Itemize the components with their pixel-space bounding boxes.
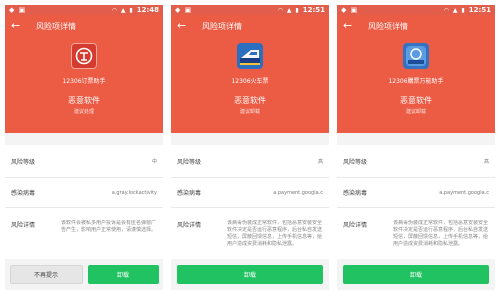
risk-level-row: 风险等级 高 <box>337 145 495 178</box>
virus-row: 感染病毒 a.payment.googla.c <box>337 178 495 208</box>
risk-detail-label: 风险详情 <box>11 222 36 229</box>
virus-label: 感染病毒 <box>11 190 36 197</box>
status-bar: ◆ ▣ ◠ ▲ ▮ 12:48 <box>5 5 163 15</box>
app-name: 12306火车票 <box>231 78 269 85</box>
status-bar: ◆ ▣ ◠ ▲ ▮ 12:51 <box>337 5 495 15</box>
risk-level-label: 风险等级 <box>343 158 368 166</box>
risk-type: 恶意软件 <box>234 96 266 105</box>
notification-icons: ◆ ▣ <box>175 6 193 14</box>
risk-detail-text: 该病毒伪装成正常软件，包括恶意安装安全软件决定是否运行恶意程序，后台私自发送短信… <box>393 220 489 247</box>
12306-helper-icon <box>403 43 429 69</box>
risk-level-value: 高 <box>483 158 489 165</box>
virus-value: a.payment.googla.c <box>439 189 489 196</box>
risk-detail-text: 该软件会被私多用户投诉是会有匿名弹窗广告产生，影响用户正常使用，请谨慎选择。 <box>61 220 157 233</box>
risk-level-label: 风险等级 <box>177 158 202 166</box>
back-arrow-icon[interactable]: ← <box>343 19 352 32</box>
back-arrow-icon[interactable]: ← <box>11 19 20 32</box>
virus-row: 感染病毒 a.payment.googla.c <box>171 178 329 208</box>
status-time: 12:51 <box>468 6 491 14</box>
page-title: 风险项详情 <box>368 22 408 31</box>
train-icon <box>237 43 263 69</box>
status-bar: ◆ ▣ ◠ ▲ ▮ 12:51 <box>171 5 329 15</box>
phone-screen-1: ◆ ▣ ◠ ▲ ▮ 12:48 ← 风险项详情 12306订票助手 恶意软件 建… <box>5 5 163 290</box>
risk-advice: 建议处理 <box>73 109 94 115</box>
risk-header: ← 风险项详情 12306订票助手 恶意软件 建议处理 <box>5 15 163 133</box>
risk-level-value: 中 <box>151 158 157 165</box>
risk-level-row: 风险等级 中 <box>5 145 163 178</box>
phone-screen-2: ◆ ▣ ◠ ▲ ▮ 12:51 ← 风险项详情 12306火车票 恶意软件 建议… <box>171 5 329 290</box>
signal-wifi-battery-icons: ◠ ▲ ▮ <box>277 6 300 14</box>
action-bar: 卸载 <box>171 259 329 290</box>
signal-wifi-battery-icons: ◠ ▲ ▮ <box>111 6 134 14</box>
risk-detail-text: 该病毒伪装成正常软件，包括恶意安装安全软件决定是否运行恶意程序，后台私自发送短信… <box>227 220 323 247</box>
risk-level-row: 风险等级 高 <box>171 145 329 178</box>
page-title: 风险项详情 <box>202 22 242 31</box>
page-title: 风险项详情 <box>36 22 76 31</box>
app-name: 12306購票万能助手 <box>388 78 444 85</box>
signal-wifi-battery-icons: ◠ ▲ ▮ <box>443 6 466 14</box>
risk-details: 风险等级 高 感染病毒 a.payment.googla.c 风险详情 该病毒伪… <box>337 145 495 276</box>
risk-level-value: 高 <box>317 158 323 165</box>
phone-screen-3: ◆ ▣ ◠ ▲ ▮ 12:51 ← 风险项详情 12306購票万能助手 恶意软件… <box>337 5 495 290</box>
action-bar: 不再提示 卸载 <box>5 259 163 290</box>
virus-value: a.payment.googla.c <box>273 189 323 196</box>
risk-details: 风险等级 高 感染病毒 a.payment.googla.c 风险详情 该病毒伪… <box>171 145 329 276</box>
risk-advice: 建议卸载 <box>239 109 260 115</box>
virus-label: 感染病毒 <box>343 190 368 197</box>
app-name: 12306订票助手 <box>62 78 106 85</box>
notification-icons: ◆ ▣ <box>9 6 27 14</box>
risk-type: 恶意软件 <box>400 96 432 105</box>
back-arrow-icon[interactable]: ← <box>177 19 186 32</box>
risk-header: ← 风险项详情 12306火车票 恶意软件 建议卸载 <box>171 15 329 133</box>
risk-level-label: 风险等级 <box>11 158 36 166</box>
virus-row: 感染病毒 a.gray.lockactivity <box>5 178 163 208</box>
action-bar: 卸载 <box>337 259 495 290</box>
uninstall-button[interactable]: 卸载 <box>177 265 323 284</box>
ignore-button[interactable]: 不再提示 <box>9 265 83 284</box>
virus-value: a.gray.lockactivity <box>111 189 157 196</box>
status-time: 12:51 <box>302 6 325 14</box>
risk-type: 恶意软件 <box>68 96 100 105</box>
risk-detail-label: 风险详情 <box>343 222 368 229</box>
railway-logo-icon <box>71 43 97 69</box>
risk-header: ← 风险项详情 12306購票万能助手 恶意软件 建议卸载 <box>337 15 495 133</box>
status-time: 12:48 <box>136 6 159 14</box>
risk-detail-label: 风险详情 <box>177 222 202 229</box>
virus-label: 感染病毒 <box>177 190 202 197</box>
risk-advice: 建议卸载 <box>405 109 426 115</box>
uninstall-button[interactable]: 卸载 <box>343 265 489 284</box>
notification-icons: ◆ ▣ <box>341 6 359 14</box>
risk-details: 风险等级 中 感染病毒 a.gray.lockactivity 风险详情 该软件… <box>5 145 163 276</box>
uninstall-button[interactable]: 卸载 <box>87 265 159 284</box>
